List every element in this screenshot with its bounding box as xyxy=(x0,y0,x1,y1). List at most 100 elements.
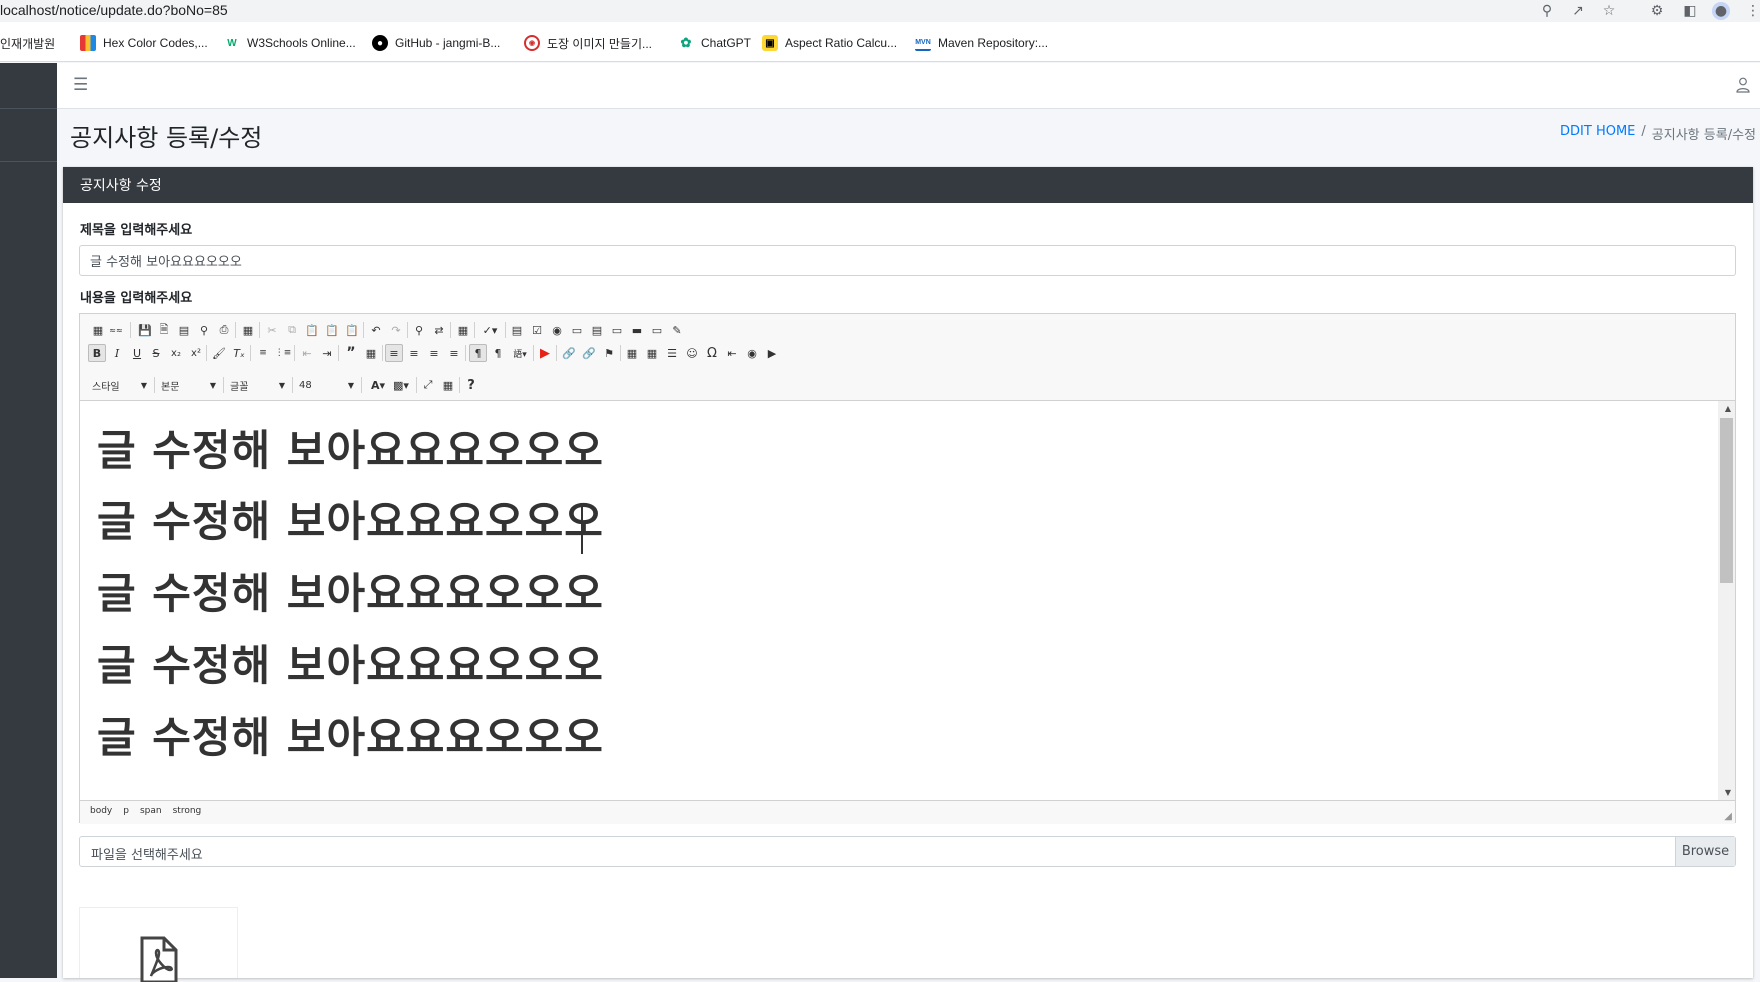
replace-icon[interactable]: ⇄ xyxy=(430,321,448,339)
export-pdf-icon[interactable]: ▤ xyxy=(175,321,193,339)
bookmark-item[interactable]: Hex Color Codes,... xyxy=(80,34,208,52)
share-icon[interactable]: ↗ xyxy=(1569,2,1587,20)
cut-icon[interactable]: ✂ xyxy=(263,321,281,339)
align-right-icon[interactable]: ≡ xyxy=(425,344,443,362)
browser-address-bar[interactable]: localhost/notice/update.do?boNo=85 ⚲ ↗ ☆… xyxy=(0,0,1760,22)
source-label-icon[interactable]: ≈≈ xyxy=(105,321,127,339)
select-field-icon[interactable]: ▭ xyxy=(608,321,626,339)
form-icon[interactable]: ▤ xyxy=(508,321,526,339)
textfield-icon[interactable]: ▭ xyxy=(568,321,586,339)
image-button-icon[interactable]: ▭ xyxy=(648,321,666,339)
italic-icon[interactable]: I xyxy=(108,344,126,362)
blockquote-icon[interactable]: ” xyxy=(342,344,360,362)
editor-scrollbar[interactable]: ▲ ▼ xyxy=(1718,401,1735,800)
bookmark-star-icon[interactable]: ☆ xyxy=(1600,2,1618,20)
image-icon[interactable]: ▦ xyxy=(623,344,641,362)
scroll-up-icon[interactable]: ▲ xyxy=(1725,404,1731,413)
strikethrough-icon[interactable]: S xyxy=(147,344,165,362)
horizontal-line-icon[interactable]: ☰ xyxy=(663,344,681,362)
copy-icon[interactable]: ⧉ xyxy=(283,321,301,339)
templates-icon[interactable]: ▦ xyxy=(239,321,257,339)
align-left-icon[interactable]: ≡ xyxy=(385,344,403,362)
font-combo[interactable]: 글꼴 ▼ xyxy=(230,377,285,393)
outdent-icon[interactable]: ⇤ xyxy=(298,344,316,362)
bookmark-item[interactable]: W W3Schools Online... xyxy=(224,34,355,52)
path-item[interactable]: body xyxy=(90,806,112,819)
extensions-icon[interactable]: ⚙ xyxy=(1648,2,1666,20)
redo-icon[interactable]: ↷ xyxy=(387,321,405,339)
zoom-icon[interactable]: ⚲ xyxy=(1538,2,1556,20)
preview-icon[interactable]: ⚲ xyxy=(195,321,213,339)
unlink-icon[interactable]: 🔗 xyxy=(580,344,598,362)
bookmark-item[interactable]: ● GitHub - jangmi-B... xyxy=(372,34,500,52)
browser-menu-icon[interactable]: ⋮ xyxy=(1744,2,1760,20)
iframe-globe-icon[interactable]: ◉ xyxy=(743,344,761,362)
address-url[interactable]: localhost/notice/update.do?boNo=85 xyxy=(0,2,228,18)
background-color-icon[interactable]: ▩▾ xyxy=(390,376,412,394)
checkbox-icon[interactable]: ☑ xyxy=(528,321,546,339)
path-item[interactable]: strong xyxy=(173,806,202,819)
text-color-icon[interactable]: A▾ xyxy=(367,376,389,394)
bold-icon[interactable]: B xyxy=(88,344,106,362)
path-item[interactable]: p xyxy=(123,806,129,819)
attachment-preview[interactable] xyxy=(79,907,238,982)
side-panel-icon[interactable]: ◧ xyxy=(1681,2,1699,20)
align-justify-icon[interactable]: ≡ xyxy=(445,344,463,362)
style-combo[interactable]: 스타일 ▼ xyxy=(92,377,147,393)
copy-format-icon[interactable]: 🖌 xyxy=(210,344,228,362)
help-icon[interactable]: ? xyxy=(462,376,480,394)
radio-icon[interactable]: ◉ xyxy=(548,321,566,339)
language-icon[interactable]: 語▾ xyxy=(509,344,531,362)
browse-button[interactable]: Browse xyxy=(1675,837,1735,866)
undo-icon[interactable]: ↶ xyxy=(367,321,385,339)
print-icon[interactable]: ⎙ xyxy=(215,321,233,339)
maximize-icon[interactable]: ⤢ xyxy=(419,376,437,394)
numbered-list-icon[interactable]: ≡ xyxy=(254,344,272,362)
editor-content-area[interactable]: 글 수정해 보아요요요오오오 글 수정해 보아요요요오오오 글 수정해 보아요요… xyxy=(80,401,1735,800)
video-icon[interactable]: ▶ xyxy=(763,344,781,362)
div-container-icon[interactable]: ▦ xyxy=(362,344,380,362)
bookmark-item[interactable]: ◉ 도장 이미지 만들기... xyxy=(524,34,652,52)
link-icon[interactable]: 🔗 xyxy=(560,344,578,362)
resize-grip-icon[interactable]: ◢ xyxy=(1724,811,1732,822)
smiley-icon[interactable]: ☺ xyxy=(683,344,701,362)
text-direction-rtl-icon[interactable]: ¶ xyxy=(489,344,507,362)
file-input[interactable]: 파일을 선택해주세요 Browse xyxy=(79,836,1736,867)
spellcheck-icon[interactable]: ✓▾ xyxy=(478,321,502,339)
new-page-icon[interactable]: 🗎 xyxy=(155,321,173,339)
remove-format-icon[interactable]: Tₓ xyxy=(230,344,248,362)
bulleted-list-icon[interactable]: ⋮≡ xyxy=(274,344,292,362)
bookmark-item[interactable]: ▣ Aspect Ratio Calcu... xyxy=(762,34,897,52)
hidden-field-icon[interactable]: ✎ xyxy=(668,321,686,339)
indent-icon[interactable]: ⇥ xyxy=(318,344,336,362)
show-blocks-icon[interactable]: ▦ xyxy=(439,376,457,394)
scroll-down-icon[interactable]: ▼ xyxy=(1725,788,1731,797)
paste-word-icon[interactable]: 📋 xyxy=(343,321,361,339)
breadcrumb-home-link[interactable]: DDIT HOME xyxy=(1560,124,1635,143)
bookmark-item[interactable]: MVN Maven Repository:... xyxy=(915,34,1048,52)
paste-icon[interactable]: 📋 xyxy=(303,321,321,339)
superscript-icon[interactable]: x² xyxy=(187,344,205,362)
bookmark-item[interactable]: ✿ ChatGPT xyxy=(678,34,751,52)
align-center-icon[interactable]: ≡ xyxy=(405,344,423,362)
button-field-icon[interactable]: ▬ xyxy=(628,321,646,339)
path-item[interactable]: span xyxy=(140,806,162,819)
paste-text-icon[interactable]: 📋 xyxy=(323,321,341,339)
anchor-flag-icon[interactable]: ⚑ xyxy=(600,344,618,362)
page-break-icon[interactable]: ⇤ xyxy=(723,344,741,362)
find-icon[interactable]: ⚲ xyxy=(410,321,428,339)
select-all-icon[interactable]: ▦ xyxy=(454,321,472,339)
user-icon[interactable] xyxy=(1736,77,1750,93)
format-combo[interactable]: 본문 ▼ xyxy=(161,377,216,393)
text-direction-ltr-icon[interactable]: ¶ xyxy=(469,344,487,362)
bookmark-item[interactable]: 인재개발원 xyxy=(0,34,55,52)
save-icon[interactable]: 💾 xyxy=(136,321,154,339)
table-icon[interactable]: ▦ xyxy=(643,344,661,362)
scrollbar-thumb[interactable] xyxy=(1720,418,1733,583)
special-char-icon[interactable]: Ω xyxy=(703,344,721,362)
hamburger-menu-icon[interactable]: ☰ xyxy=(73,75,88,95)
underline-icon[interactable]: U xyxy=(128,344,146,362)
subscript-icon[interactable]: x₂ xyxy=(167,344,185,362)
title-input[interactable] xyxy=(79,245,1736,276)
youtube-icon[interactable]: ▶ xyxy=(536,344,554,362)
